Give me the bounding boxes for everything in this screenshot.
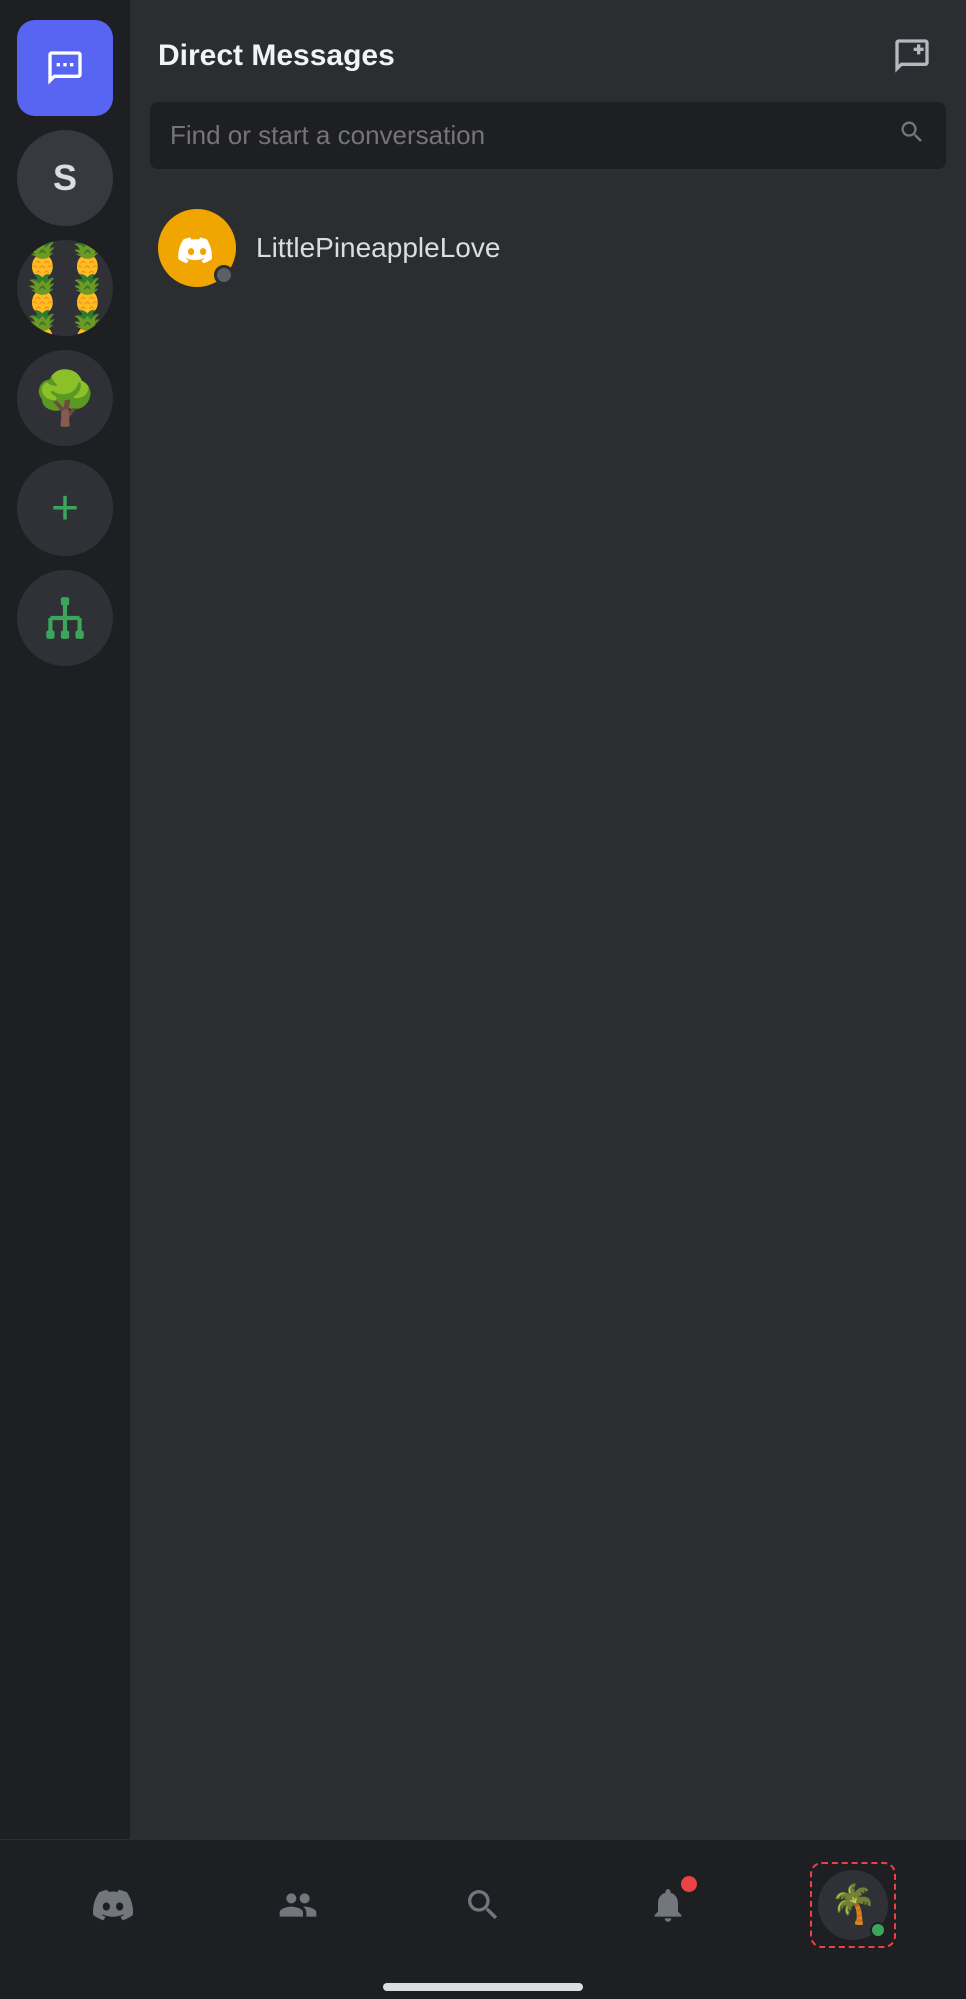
- status-indicator-idle: [214, 265, 234, 285]
- hierarchy-icon: [40, 593, 90, 643]
- search-nav-icon: [463, 1885, 503, 1925]
- server-sidebar: S 🍍🍍🍍🍍🍍🍍🍍🍍🍍 🌳 +: [0, 0, 130, 1839]
- dm-panel-title: Direct Messages: [158, 39, 395, 73]
- nav-item-friends[interactable]: [248, 1865, 348, 1945]
- sidebar-item-add-server[interactable]: +: [17, 460, 113, 556]
- notification-badge: [678, 1873, 700, 1895]
- nav-item-home[interactable]: [63, 1865, 163, 1945]
- new-dm-button[interactable]: [886, 30, 938, 82]
- search-input[interactable]: [170, 120, 886, 151]
- dm-username: LittlePineappleLove: [256, 232, 500, 264]
- search-bar[interactable]: [150, 102, 946, 169]
- dm-panel: Direct Messages: [130, 0, 966, 1839]
- search-icon: [898, 118, 926, 153]
- dm-avatar-container: [158, 209, 236, 287]
- profile-online-indicator: [870, 1922, 886, 1938]
- new-dm-icon: [892, 36, 932, 76]
- sidebar-item-pineapple[interactable]: 🍍🍍🍍🍍🍍🍍🍍🍍🍍: [17, 240, 113, 336]
- dm-item-littlepineapplelove[interactable]: LittlePineappleLove: [140, 193, 956, 303]
- sidebar-item-dm[interactable]: [17, 20, 113, 116]
- home-indicator: [383, 1983, 583, 1991]
- profile-nav-highlight: 🌴: [810, 1862, 896, 1948]
- pineapple-emoji: 🍍🍍🍍🍍🍍🍍🍍🍍🍍: [17, 240, 113, 336]
- nav-item-notifications[interactable]: [618, 1865, 718, 1945]
- dm-header: Direct Messages: [130, 0, 966, 102]
- server-letter: S: [53, 157, 77, 199]
- nav-item-profile[interactable]: 🌴: [803, 1865, 903, 1945]
- nav-item-search[interactable]: [433, 1865, 533, 1945]
- tree-emoji: 🌳: [17, 350, 113, 446]
- discord-nav-icon: [93, 1885, 133, 1925]
- dm-list: LittlePineappleLove: [130, 193, 966, 1839]
- sidebar-item-tree[interactable]: 🌳: [17, 350, 113, 446]
- bottom-nav: 🌴: [0, 1839, 966, 1999]
- friends-icon: [278, 1885, 318, 1925]
- bell-icon: [648, 1885, 688, 1925]
- plus-icon: +: [51, 481, 79, 536]
- sidebar-item-explore[interactable]: [17, 570, 113, 666]
- sidebar-item-s-server[interactable]: S: [17, 130, 113, 226]
